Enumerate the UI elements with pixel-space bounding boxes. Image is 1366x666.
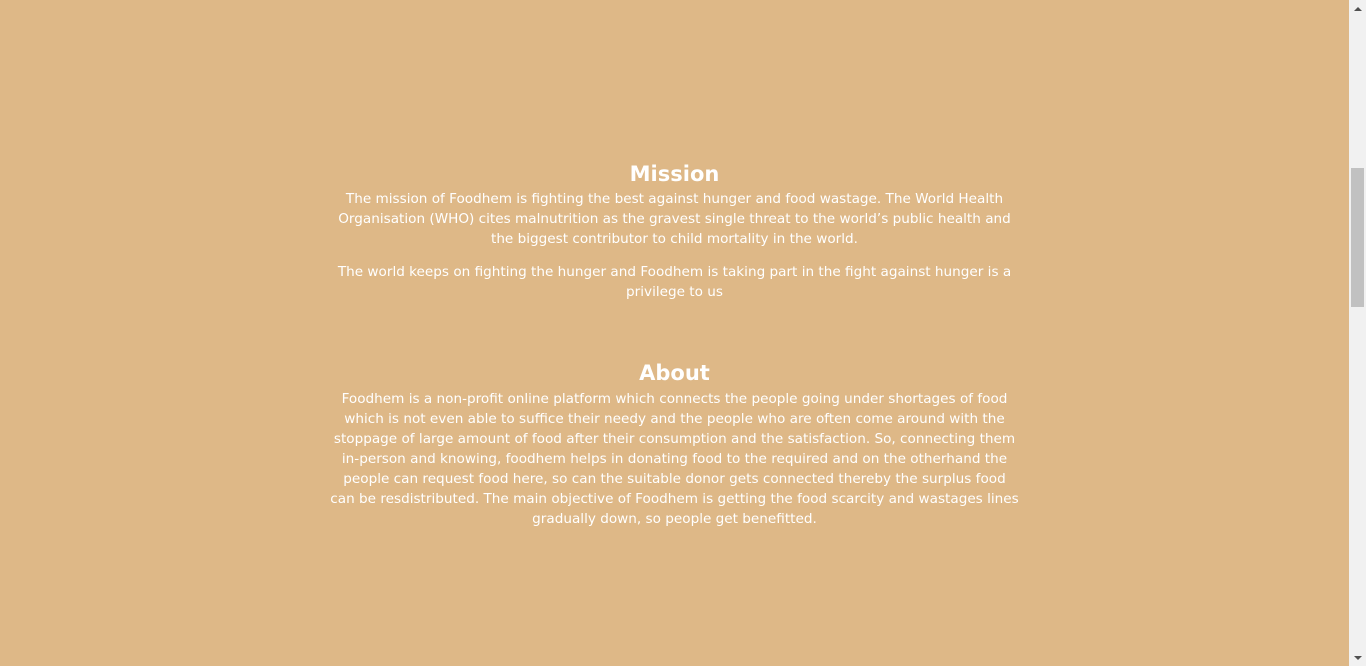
page: Mission The mission of Foodhem is fighti… xyxy=(0,0,1349,666)
scrollbar-thumb[interactable] xyxy=(1351,168,1364,307)
about-heading: About xyxy=(639,361,710,385)
scroll-down-button[interactable] xyxy=(1349,649,1366,666)
about-paragraph: Foodhem is a non-profit online platform … xyxy=(330,391,1019,527)
mission-heading: Mission xyxy=(629,162,720,186)
scroll-up-button[interactable] xyxy=(1349,0,1366,17)
chevron-up-icon xyxy=(1353,6,1362,11)
vertical-scrollbar[interactable] xyxy=(1349,0,1366,666)
mission-section: Mission The mission of Foodhem is fighti… xyxy=(0,161,1349,302)
mission-paragraph-1: The mission of Foodhem is fighting the b… xyxy=(338,191,1011,247)
chevron-down-icon xyxy=(1353,655,1362,660)
mission-paragraph-2: The world keeps on fighting the hunger a… xyxy=(337,264,1012,300)
about-section: About Foodhem is a non-profit online pla… xyxy=(0,360,1349,529)
